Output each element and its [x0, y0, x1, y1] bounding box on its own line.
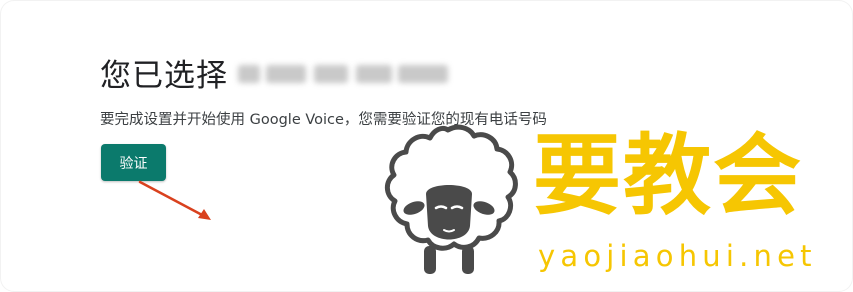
- watermark-url: yaojiaohui.net: [538, 239, 817, 273]
- sheep-icon: [384, 124, 518, 274]
- verification-card: 您已选择 要完成设置并开始使用 Google Voice，您需要验证您的现有电话…: [0, 0, 853, 292]
- watermark-brand-name: 要教会: [533, 124, 804, 227]
